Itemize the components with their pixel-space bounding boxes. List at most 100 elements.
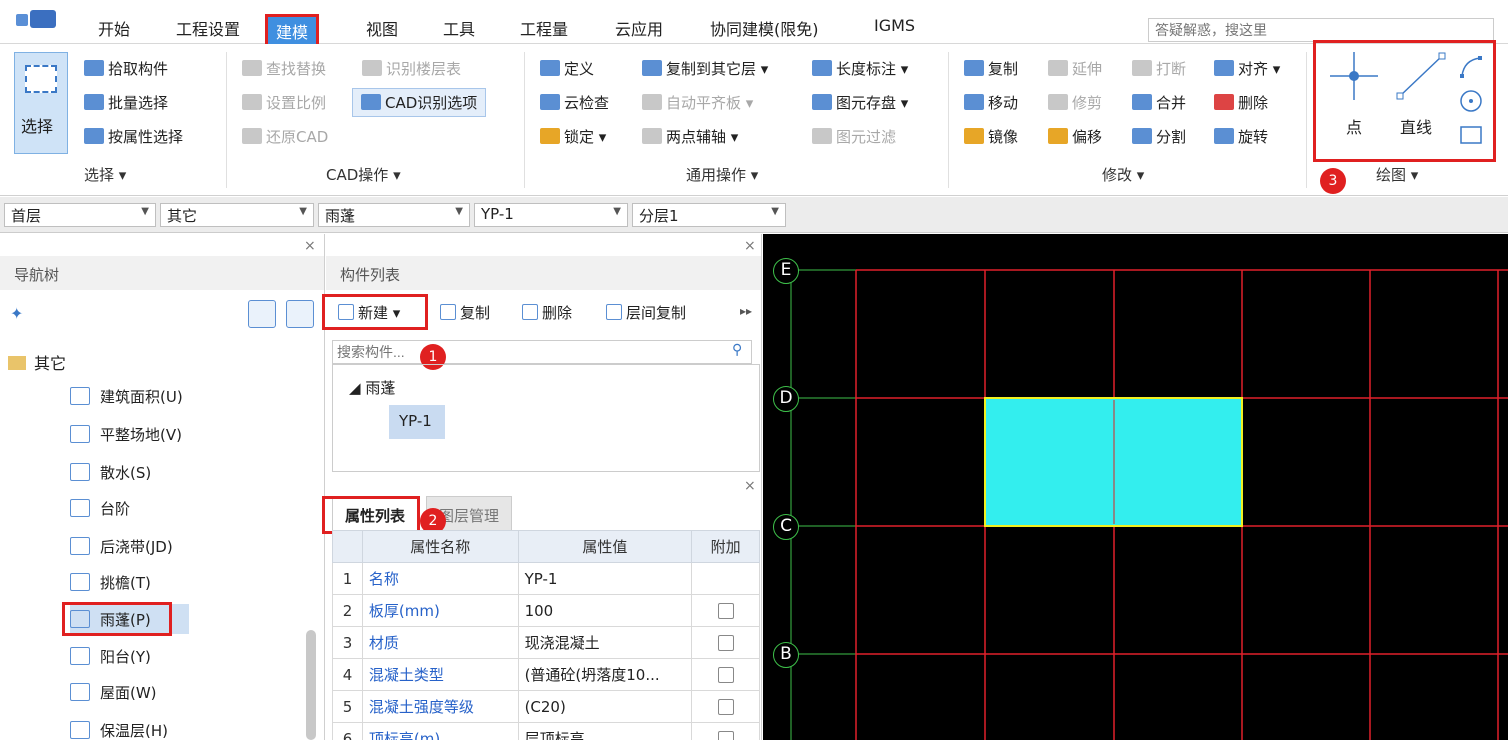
extra-checkbox[interactable] [717,666,734,683]
property-value[interactable]: 层顶标高 [517,722,693,740]
drawing-canvas[interactable]: E D C B [763,234,1508,740]
floor-copy-button[interactable]: 层间复制 [606,302,686,323]
menu-quantity[interactable]: 工程量 [520,16,568,40]
set-scale-button[interactable]: 设置比例 [242,92,326,113]
find-replace-button[interactable]: 查找替换 [242,58,326,79]
floor-select[interactable]: 首层 ▼ [4,203,156,227]
element-filter-button[interactable]: 图元过滤 [812,126,896,147]
align-button[interactable]: 对齐 ▾ [1214,58,1280,79]
select-group-label[interactable]: 选择 ▾ [84,164,126,185]
menu-home[interactable]: 开始 [98,16,130,40]
restore-cad-button[interactable]: 还原CAD [242,126,328,147]
circle-icon[interactable] [1458,88,1484,114]
extra-checkbox[interactable] [717,634,734,651]
table-row[interactable]: 6 顶标高(m) 层顶标高 [332,722,760,740]
copy-to-other-floor-button[interactable]: 复制到其它层 ▾ [642,58,768,79]
list-view-icon[interactable] [248,300,276,328]
break-button[interactable]: 打断 [1132,58,1186,79]
nav-item-roof[interactable]: 屋面(W) [70,682,157,703]
batch-select-button[interactable]: 批量选择 [84,92,168,113]
close-icon[interactable]: × [744,478,756,494]
split-button[interactable]: 分割 [1132,126,1186,147]
help-search-input[interactable] [1148,18,1494,42]
table-row[interactable]: 5 混凝土强度等级 (C20) [332,690,760,723]
draw-group-label[interactable]: 绘图 ▾ [1376,164,1418,185]
menu-modeling[interactable]: 建模 [265,14,320,48]
rotate-button[interactable]: 旋转 [1214,126,1268,147]
pick-component-button[interactable]: 拾取构件 [84,58,168,79]
menu-igms[interactable]: IGMS [874,16,915,35]
arc-icon[interactable] [1458,54,1484,80]
save-elements-button[interactable]: 图元存盘 ▾ [812,92,908,113]
two-point-axis-button[interactable]: 两点辅轴 ▾ [642,126,738,147]
category-select[interactable]: 其它 ▼ [160,203,314,227]
modify-group-label[interactable]: 修改 ▾ [1102,164,1144,185]
menu-view[interactable]: 视图 [366,16,398,40]
expand-all-icon[interactable]: ✦ [10,304,23,323]
extra-checkbox[interactable] [717,698,734,715]
nav-item-balcony[interactable]: 阳台(Y) [70,646,151,667]
nav-item-post-cast-strip[interactable]: 后浇带(JD) [70,536,173,557]
menu-cloud[interactable]: 云应用 [615,16,663,40]
type-select[interactable]: 雨蓬 ▼ [318,203,470,227]
trim-button[interactable]: 修剪 [1048,92,1102,113]
menu-collab[interactable]: 协同建模(限免) [710,16,819,40]
cloud-check-button[interactable]: 云检查 [540,92,609,113]
component-select[interactable]: YP-1 ▼ [474,203,628,227]
delete-component-button[interactable]: 删除 [522,302,572,323]
nav-item-insulation[interactable]: 保温层(H) [70,720,168,740]
table-row[interactable]: 2 板厚(mm) 100 [332,594,760,627]
more-icon[interactable]: ▸▸ [740,304,752,318]
nav-item-steps[interactable]: 台阶 [70,498,130,519]
nav-item-apron[interactable]: 散水(S) [70,462,151,483]
properties-tab-highlight [322,496,420,534]
nav-item-site-leveling[interactable]: 平整场地(V) [70,424,182,445]
menu-tools[interactable]: 工具 [443,16,475,40]
move-button[interactable]: 移动 [964,92,1018,113]
property-value[interactable]: 现浇混凝土 [517,626,693,659]
length-dimension-button[interactable]: 长度标注 ▾ [812,58,908,79]
axis-label-c: C [773,514,799,540]
cad-identify-options-button[interactable]: CAD识别选项 [352,88,487,117]
define-button[interactable]: 定义 [540,58,594,79]
property-value[interactable]: (C20) [517,690,693,723]
mirror-button[interactable]: 镜像 [964,126,1018,147]
merge-button[interactable]: 合并 [1132,92,1186,113]
tree-root-other[interactable]: 其它 [8,350,66,374]
rectangle-icon[interactable] [1458,122,1484,148]
property-value[interactable]: YP-1 [517,562,693,595]
extend-button[interactable]: 延伸 [1048,58,1102,79]
extra-checkbox[interactable] [717,602,734,619]
nav-scrollbar[interactable] [306,630,316,740]
nav-item-building-area[interactable]: 建筑面积(U) [70,386,183,407]
select-by-property-button[interactable]: 按属性选择 [84,126,183,147]
table-row[interactable]: 1 名称 YP-1 [332,562,760,595]
point-draw-button[interactable]: 点 [1326,48,1382,138]
tree-node-yp1[interactable]: YP-1 [389,405,445,439]
auto-align-slab-button[interactable]: 自动平齐板 ▾ [642,92,753,113]
table-row[interactable]: 3 材质 现浇混凝土 [332,626,760,659]
close-icon[interactable]: × [744,238,756,254]
copy-component-button[interactable]: 复制 [440,302,490,323]
select-button[interactable]: 选择 [14,52,68,154]
tree-node-canopy[interactable]: ◢ 雨蓬 [349,377,395,398]
menu-project-settings[interactable]: 工程设置 [176,16,240,40]
table-row[interactable]: 4 混凝土类型 (普通砼(坍落度10... [332,658,760,691]
nav-item-eave[interactable]: 挑檐(T) [70,572,151,593]
delete-element-button[interactable]: 删除 [1214,92,1268,113]
lock-button[interactable]: 锁定 ▾ [540,126,606,147]
offset-button[interactable]: 偏移 [1048,126,1102,147]
line-draw-button[interactable]: 直线 [1394,48,1450,138]
cad-group-label[interactable]: CAD操作 ▾ [326,164,401,185]
component-search-input[interactable] [332,340,752,364]
extra-checkbox[interactable] [717,730,734,740]
search-icon[interactable]: ⚲ [732,342,742,358]
layer-select[interactable]: 分层1 ▼ [632,203,786,227]
identify-floor-table-button[interactable]: 识别楼层表 [362,58,461,79]
property-value[interactable]: (普通砼(坍落度10... [517,658,693,691]
copy-button[interactable]: 复制 [964,58,1018,79]
property-value[interactable]: 100 [517,594,693,627]
common-group-label[interactable]: 通用操作 ▾ [686,164,758,185]
close-icon[interactable]: × [304,238,316,254]
card-view-icon[interactable] [286,300,314,328]
